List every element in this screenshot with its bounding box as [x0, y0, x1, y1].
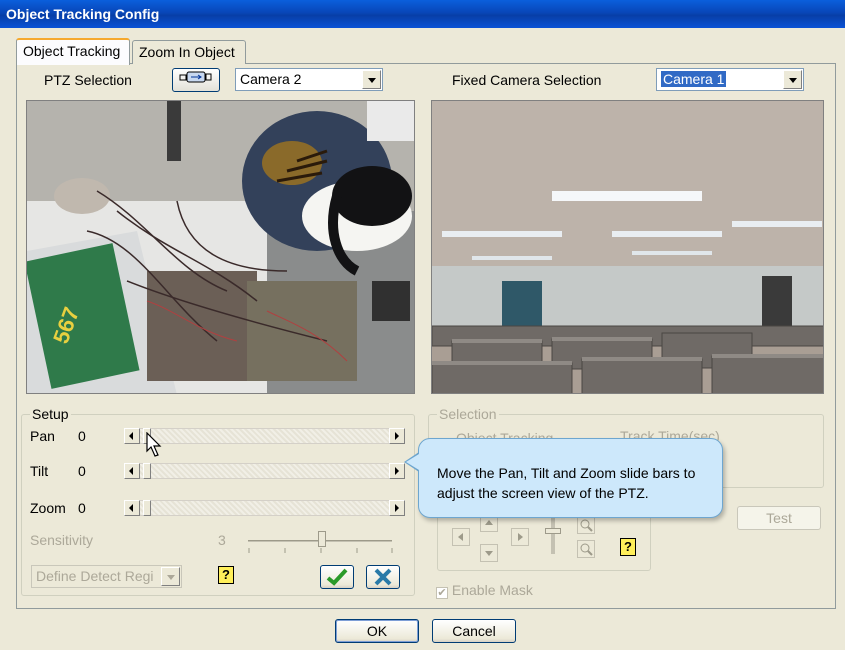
- arrow-left-icon[interactable]: [124, 428, 140, 444]
- arrow-left-icon[interactable]: [124, 463, 140, 479]
- fixed-camera-video-view[interactable]: [431, 100, 824, 394]
- arrow-right-icon[interactable]: [389, 428, 405, 444]
- ptz-zoom-slider[interactable]: [551, 518, 555, 554]
- tilt-slider[interactable]: [124, 463, 405, 479]
- x-icon: [374, 568, 392, 586]
- arrow-right-icon[interactable]: [511, 528, 529, 546]
- sensitivity-label: Sensitivity: [30, 532, 94, 548]
- sensitivity-ticks: [248, 548, 393, 553]
- zoom-label: Zoom: [30, 500, 66, 516]
- pan-value: 0: [78, 428, 86, 444]
- arrow-right-icon[interactable]: [389, 463, 405, 479]
- cancel-button[interactable]: Cancel: [432, 619, 516, 643]
- zoom-slider[interactable]: [124, 500, 405, 516]
- ptz-video-view[interactable]: 567: [26, 100, 415, 394]
- define-detect-region-select[interactable]: Define Detect Regi: [31, 565, 182, 588]
- tooltip-text: Move the Pan, Tilt and Zoom slide bars t…: [437, 465, 696, 501]
- chevron-down-icon: [161, 567, 180, 586]
- tilt-value: 0: [78, 463, 86, 479]
- arrow-left-icon[interactable]: [452, 528, 470, 546]
- ptz-selection-label: PTZ Selection: [44, 72, 132, 88]
- tilt-slider-thumb[interactable]: [143, 463, 151, 479]
- checkbox-icon: ✔: [436, 587, 448, 599]
- chevron-down-icon: [783, 70, 802, 89]
- arrow-left-icon[interactable]: [124, 500, 140, 516]
- enable-mask-label: Enable Mask: [451, 582, 533, 598]
- setup-title: Setup: [30, 406, 71, 422]
- tab-object-tracking[interactable]: Object Tracking: [16, 38, 130, 65]
- fixed-camera-video-image: [432, 101, 823, 393]
- test-button[interactable]: Test: [737, 506, 821, 530]
- ptz-camera-icon: [179, 71, 212, 83]
- help-icon[interactable]: ?: [218, 566, 234, 584]
- arrow-down-icon[interactable]: [480, 544, 498, 562]
- define-detect-region-value: Define Detect Regi: [36, 568, 154, 584]
- tilt-label: Tilt: [30, 463, 49, 479]
- tooltip: Move the Pan, Tilt and Zoom slide bars t…: [418, 438, 723, 518]
- ptz-zoom-thumb[interactable]: [545, 528, 561, 534]
- enable-mask-checkbox[interactable]: ✔ Enable Mask: [436, 582, 533, 599]
- pan-slider[interactable]: [124, 428, 405, 444]
- help-icon[interactable]: ?: [620, 538, 636, 556]
- cancel-region-button[interactable]: [366, 565, 400, 589]
- sensitivity-slider-thumb[interactable]: [318, 531, 326, 547]
- zoom-in-icon[interactable]: [577, 516, 595, 534]
- ptz-video-image: 567: [27, 101, 414, 393]
- sensitivity-value: 3: [218, 532, 226, 548]
- zoom-slider-thumb[interactable]: [143, 500, 151, 516]
- pan-label: Pan: [30, 428, 55, 444]
- apply-button[interactable]: [320, 565, 354, 589]
- selection-title: Selection: [437, 406, 499, 422]
- tab-zoom-in-object[interactable]: Zoom In Object: [132, 40, 246, 64]
- zoom-value: 0: [78, 500, 86, 516]
- chevron-down-icon: [362, 70, 381, 89]
- fixed-camera-select[interactable]: Camera 1: [656, 68, 804, 91]
- mouse-cursor-icon: [146, 432, 162, 457]
- window-title: Object Tracking Config: [0, 0, 845, 28]
- ptz-camera-button[interactable]: [172, 68, 220, 92]
- zoom-out-icon[interactable]: [577, 540, 595, 558]
- ptz-camera-select[interactable]: Camera 2: [235, 68, 383, 91]
- fixed-camera-value: Camera 1: [661, 71, 727, 87]
- tooltip-pointer-fill: [406, 454, 419, 470]
- ok-button[interactable]: OK: [335, 619, 419, 643]
- fixed-camera-label: Fixed Camera Selection: [452, 72, 602, 88]
- check-icon: [326, 568, 348, 586]
- arrow-right-icon[interactable]: [389, 500, 405, 516]
- ptz-camera-value: Camera 2: [240, 71, 302, 87]
